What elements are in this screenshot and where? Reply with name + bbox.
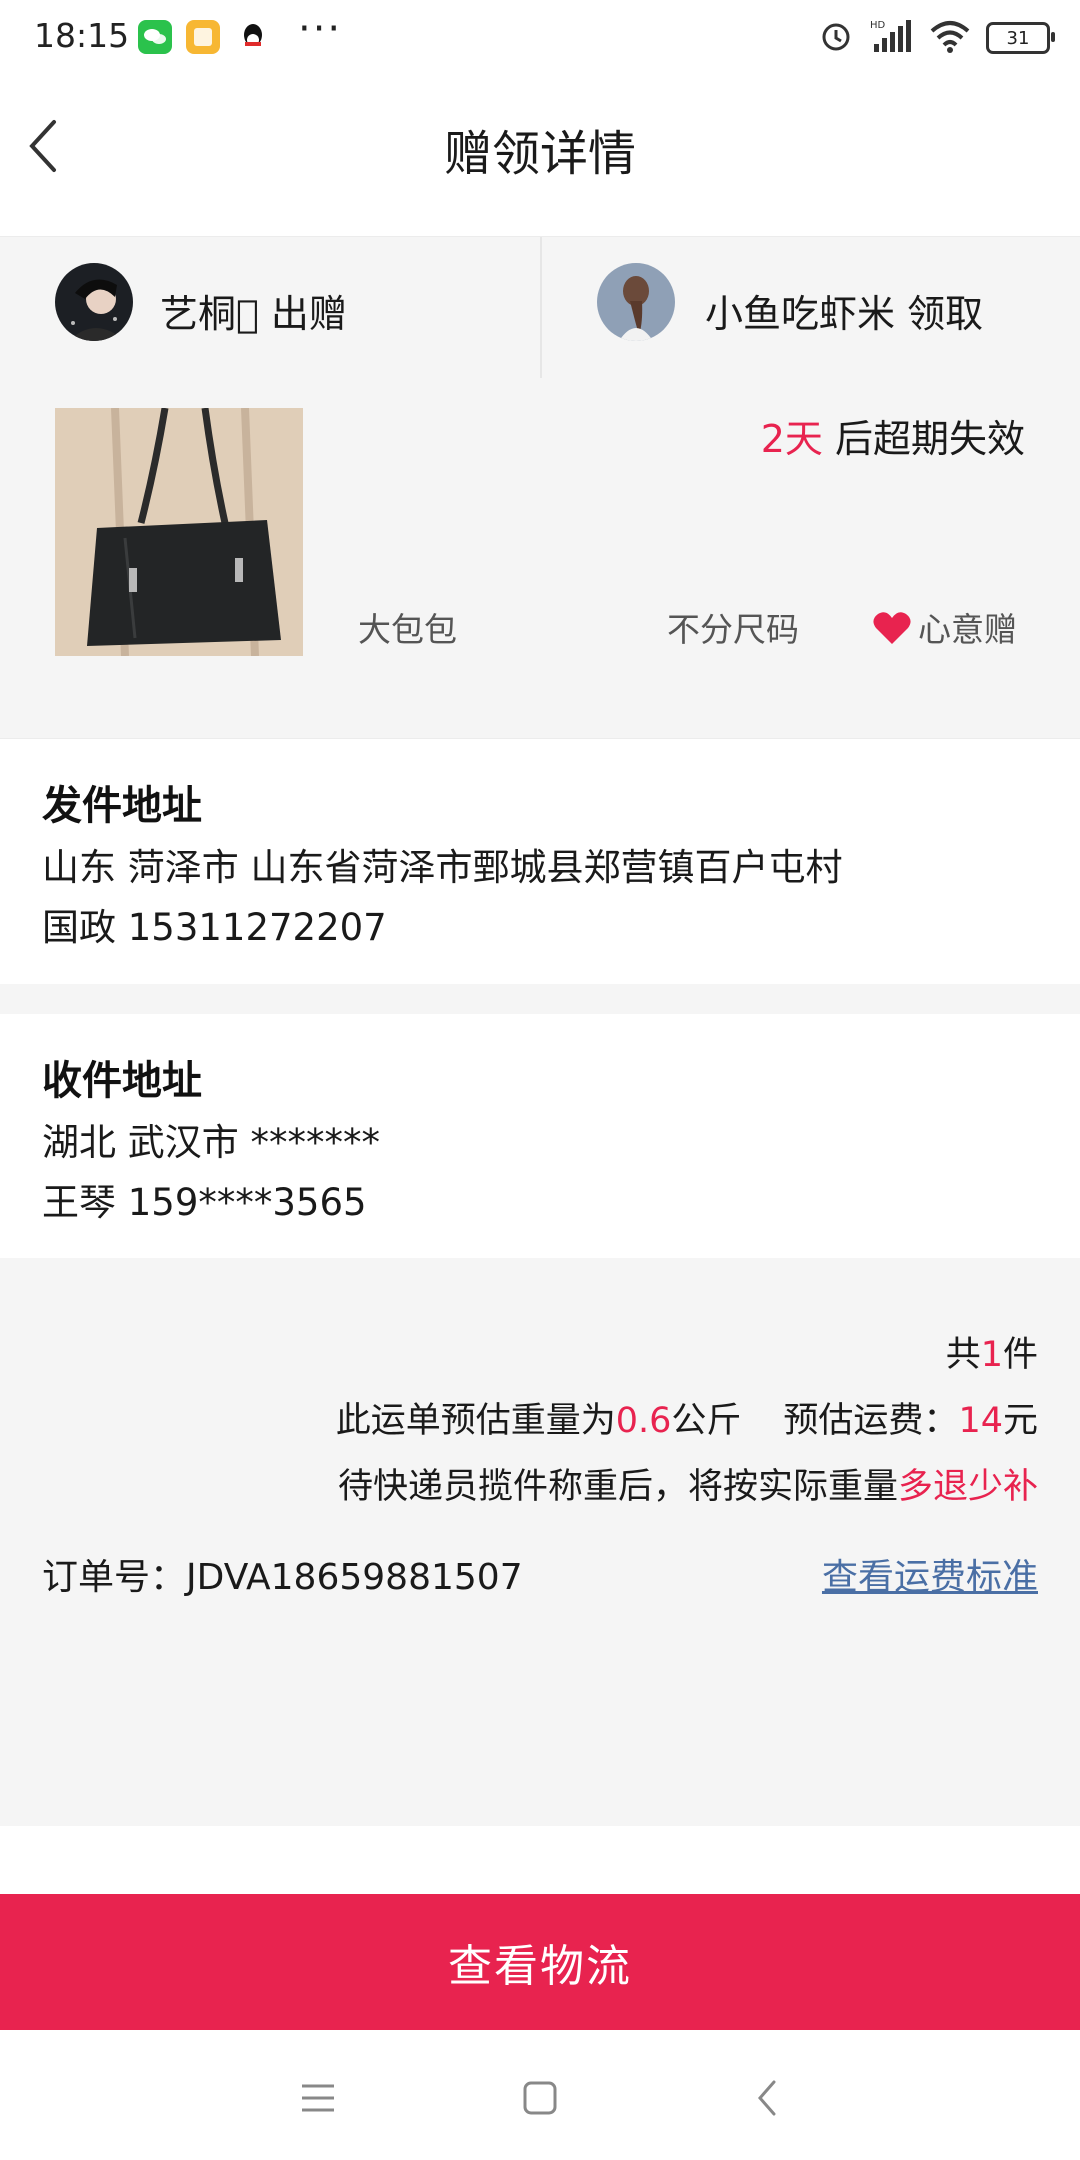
receiver-address-line: 湖北 武汉市 ******* (42, 1121, 381, 1164)
weight-note-highlight: 多退少补 (897, 1467, 1038, 1507)
page-title: 赠领详情 (443, 126, 636, 182)
receiver-contact: 王琴 159****3565 (42, 1181, 367, 1224)
receiver-cell[interactable]: 小鱼吃虾米 领取 (540, 237, 1080, 379)
menu-icon[interactable] (288, 2068, 348, 2128)
receiver-avatar (597, 263, 675, 341)
item-count-suffix: 件 (1002, 1335, 1038, 1375)
sender-address-title: 发件地址 (42, 783, 202, 829)
header: 赠领详情 (0, 76, 1080, 236)
giver-avatar (55, 263, 133, 341)
item-count: 共1件 (946, 1326, 1038, 1377)
expire-days: 2天 (760, 417, 823, 461)
receiver-name: 小鱼吃虾米 领取 (705, 292, 984, 336)
divider (0, 984, 1080, 1014)
battery-icon: 31 (986, 22, 1055, 54)
expire-info: 2天 后超期失效 (761, 408, 1025, 463)
alarm-icon (818, 18, 854, 58)
gift-tag-label: 心意赠 (918, 610, 1017, 649)
giver-cell[interactable]: 艺桐  出赠 (0, 237, 539, 379)
product-name: 大包包 (358, 610, 457, 649)
status-right: HD 31 (818, 16, 1055, 60)
giver-name: 艺桐  出赠 (160, 292, 347, 336)
weight-value: 0.6 (615, 1401, 672, 1441)
more-dots-icon: ··· (298, 6, 343, 52)
sender-address: 发件地址 山东 菏泽市 山东省菏泽市鄄城县郑营镇百户屯村 国政 15311272… (0, 738, 1080, 985)
weight-prefix: 此运单预估重量为 (335, 1401, 616, 1441)
notes-icon (186, 20, 220, 54)
hd-signal-icon: HD (870, 18, 914, 58)
status-bar: 18:15 ··· HD 31 (0, 0, 1080, 76)
weight-suffix: 公斤 (671, 1401, 742, 1441)
receiver-address: 收件地址 湖北 武汉市 ******* 王琴 159****3565 (0, 1014, 1080, 1258)
users-row: 艺桐  出赠 小鱼吃虾米 领取 (0, 236, 1080, 380)
expire-suffix: 后超期失效 (822, 417, 1025, 461)
weight-note: 待快递员揽件称重后，将按实际重量多退少补 (338, 1458, 1038, 1509)
sender-contact: 国政 15311272207 (42, 906, 387, 949)
fee-prefix: 预估运费： (783, 1401, 959, 1441)
product-size: 不分尺码 (667, 610, 799, 649)
back-icon[interactable] (738, 2068, 798, 2128)
sender-address-line: 山东 菏泽市 山东省菏泽市鄄城县郑营镇百户屯村 (42, 846, 843, 889)
fee-standard-link[interactable]: 查看运费标准 (822, 1548, 1038, 1600)
order-number: 订单号：JDVA18659881507 (42, 1557, 523, 1598)
svg-text:HD: HD (870, 20, 886, 31)
item-count-value: 1 (980, 1335, 1003, 1375)
system-nav-bar (0, 2030, 1080, 2160)
home-icon[interactable] (510, 2068, 570, 2128)
product-card[interactable]: 2天 后超期失效 大包包 不分尺码 心意赠 (0, 378, 1080, 738)
gift-tag: 心意赠 (872, 603, 1017, 654)
fee-value: 14 (958, 1401, 1003, 1441)
shipping-summary: 共1件 此运单预估重量为0.6公斤 预估运费：14元 待快递员揽件称重后，将按实际… (0, 1258, 1080, 1826)
track-logistics-button[interactable]: 查看物流 (0, 1894, 1080, 2030)
product-image (55, 408, 303, 656)
weight-note-text: 待快递员揽件称重后，将按实际重量 (337, 1467, 898, 1507)
qq-icon (236, 20, 270, 54)
wifi-icon (930, 19, 970, 57)
receiver-address-title: 收件地址 (42, 1058, 202, 1104)
wechat-icon (138, 20, 172, 54)
status-time: 18:15 (34, 16, 130, 55)
heart-icon (872, 610, 912, 654)
item-count-prefix: 共 (945, 1335, 981, 1375)
fee-suffix: 元 (1002, 1401, 1038, 1441)
weight-fee-line: 此运单预估重量为0.6公斤 预估运费：14元 (336, 1392, 1038, 1443)
